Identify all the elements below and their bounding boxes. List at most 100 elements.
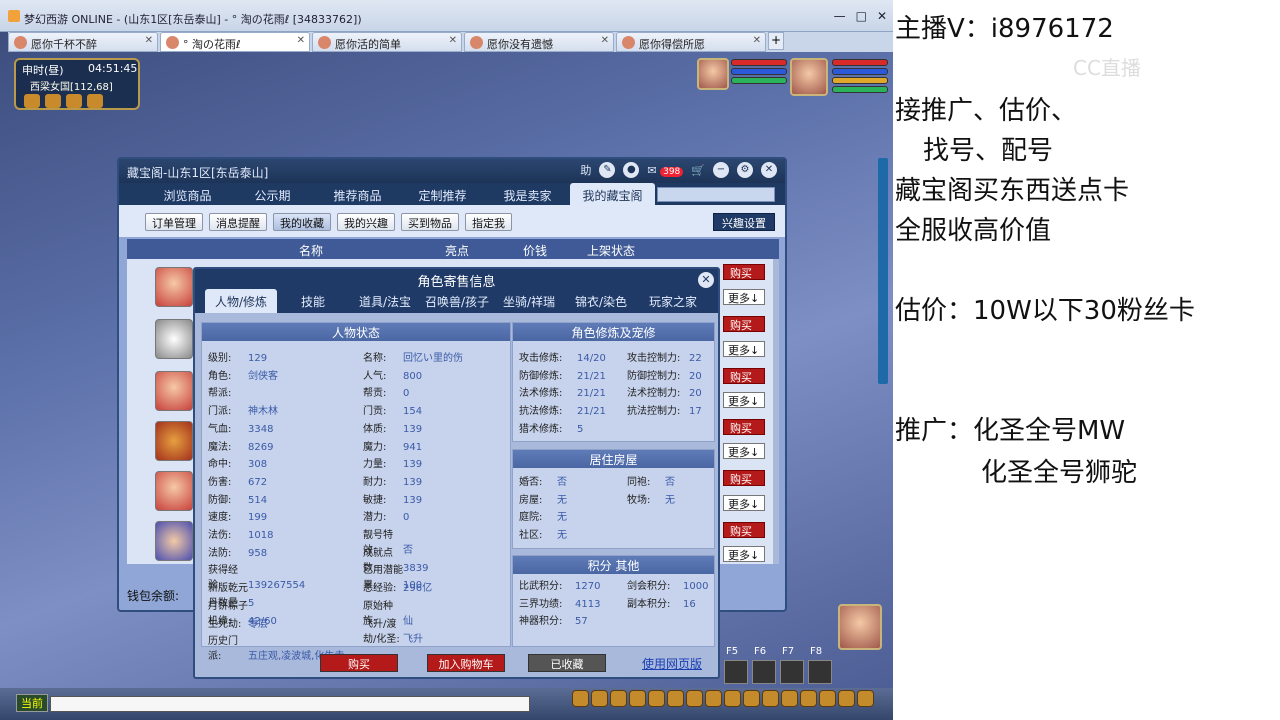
interest-settings-button[interactable]: 兴趣设置 [713,213,775,231]
tab-outfits[interactable]: 锦衣/染色 [565,289,637,313]
orders-button[interactable]: 订单管理 [145,213,203,231]
close-icon[interactable]: ✕ [297,35,305,46]
favorites-button[interactable]: 我的收藏 [273,213,331,231]
guild-icon[interactable] [686,690,703,707]
right-scrollbar[interactable] [878,158,888,384]
web-version-link[interactable]: 使用网页版 [642,655,702,672]
message-icon[interactable]: ✉ 398 [647,164,684,177]
close-icon[interactable]: ✕ [698,272,714,288]
add-to-cart-button[interactable]: 加入购物车 [427,654,505,672]
quest-icon[interactable] [667,690,684,707]
hotkey-slot-icon[interactable] [808,660,832,684]
add-tab-button[interactable]: + [768,32,784,50]
calendar-icon[interactable] [87,94,103,108]
gear-icon[interactable]: ⚙ [737,162,753,178]
tab-browse[interactable]: 浏览商品 [145,183,230,205]
hotkey-slot-icon[interactable] [780,660,804,684]
list-scrollbar[interactable] [773,259,779,564]
map-icon[interactable] [24,94,40,108]
tab-home[interactable]: 玩家之家 [637,289,709,313]
map-icon[interactable] [857,690,874,707]
system-icon[interactable] [743,690,760,707]
minimize-button[interactable]: — [834,9,846,23]
ranking-icon[interactable] [781,690,798,707]
list-item-avatar[interactable] [155,421,193,461]
tab-custom[interactable]: 定制推荐 [400,183,485,205]
more-button[interactable]: 更多↓ [723,392,765,408]
list-item-avatar[interactable] [155,521,193,561]
help-button[interactable]: 助 [580,162,591,178]
settings-icon[interactable]: ● [623,162,640,178]
buy-button[interactable]: 购买 [723,419,765,435]
minimize-icon[interactable]: − [713,162,729,178]
tab-account-3[interactable]: 愿你活的简单 ✕ [312,32,462,52]
more-button[interactable]: 更多↓ [723,341,765,357]
gift-icon[interactable] [66,94,82,108]
tab-public[interactable]: 公示期 [230,183,315,205]
item-icon[interactable] [610,690,627,707]
tab-account-4[interactable]: 愿你没有遗憾 ✕ [464,32,614,52]
search-input[interactable] [657,187,775,202]
buy-button[interactable]: 购买 [723,522,765,538]
bought-button[interactable]: 买到物品 [401,213,459,231]
cart-icon[interactable]: 🛒 [691,164,705,177]
close-icon[interactable]: ✕ [761,162,777,178]
buy-button[interactable]: 购买 [320,654,398,672]
treasure-icon[interactable] [45,94,61,108]
tab-account-5[interactable]: 愿你得偿所愿 ✕ [616,32,766,52]
pin-icon[interactable]: ✎ [599,162,616,178]
stream-line: 全服收高价值 [895,216,1052,246]
mail-icon[interactable] [762,690,779,707]
list-item-avatar[interactable] [155,319,193,359]
list-item-avatar[interactable] [155,267,193,307]
trade-icon[interactable] [838,690,855,707]
close-icon[interactable]: ✕ [145,35,153,46]
buy-button[interactable]: 购买 [723,316,765,332]
list-item-avatar[interactable] [155,471,193,511]
info-value: 941 [403,441,423,453]
pet-portrait[interactable] [697,58,729,90]
tab-seller[interactable]: 我是卖家 [485,183,570,205]
hotkey-slot-icon[interactable] [724,660,748,684]
tab-recommended[interactable]: 推荐商品 [315,183,400,205]
friend-icon[interactable] [648,690,665,707]
close-icon[interactable]: ✕ [753,35,761,46]
buy-button[interactable]: 购买 [723,368,765,384]
messages-button[interactable]: 消息提醒 [209,213,267,231]
tab-pets[interactable]: 召唤兽/孩子 [421,289,493,313]
more-button[interactable]: 更多↓ [723,495,765,511]
tab-skills[interactable]: 技能 [277,289,349,313]
more-button[interactable]: 更多↓ [723,289,765,305]
info-key: 魔法: [208,441,232,453]
buy-button[interactable]: 购买 [723,470,765,486]
character-avatar[interactable] [838,604,882,650]
close-icon[interactable]: ✕ [601,35,609,46]
close-button[interactable]: ✕ [877,9,887,23]
bag-icon[interactable] [572,690,589,707]
close-icon[interactable]: ✕ [449,35,457,46]
more-button[interactable]: 更多↓ [723,546,765,562]
assigned-button[interactable]: 指定我 [465,213,512,231]
channel-button[interactable]: 当前 [16,694,48,712]
chat-input[interactable] [50,696,530,712]
tab-my-pavilion[interactable]: 我的藏宝阁 [570,183,655,205]
tab-items[interactable]: 道具/法宝 [349,289,421,313]
tab-account-1[interactable]: 愿你千杯不醉 ✕ [8,32,158,52]
event-icon[interactable] [800,690,817,707]
team-icon[interactable] [629,690,646,707]
list-item-avatar[interactable] [155,371,193,411]
interests-button[interactable]: 我的兴趣 [337,213,395,231]
tab-character[interactable]: 人物/修炼 [205,289,277,313]
pet-icon[interactable] [591,690,608,707]
skill-icon[interactable] [724,690,741,707]
maximize-button[interactable]: □ [856,9,867,23]
mall-icon[interactable] [819,690,836,707]
collected-button[interactable]: 已收藏 [528,654,606,672]
hotkey-slot-icon[interactable] [752,660,776,684]
tab-account-2[interactable]: ° 淘の花雨ℓ ✕ [160,32,310,52]
shop-icon[interactable] [705,690,722,707]
player-portrait[interactable] [790,58,828,96]
more-button[interactable]: 更多↓ [723,443,765,459]
buy-button[interactable]: 购买 [723,264,765,280]
tab-mounts[interactable]: 坐骑/祥瑞 [493,289,565,313]
